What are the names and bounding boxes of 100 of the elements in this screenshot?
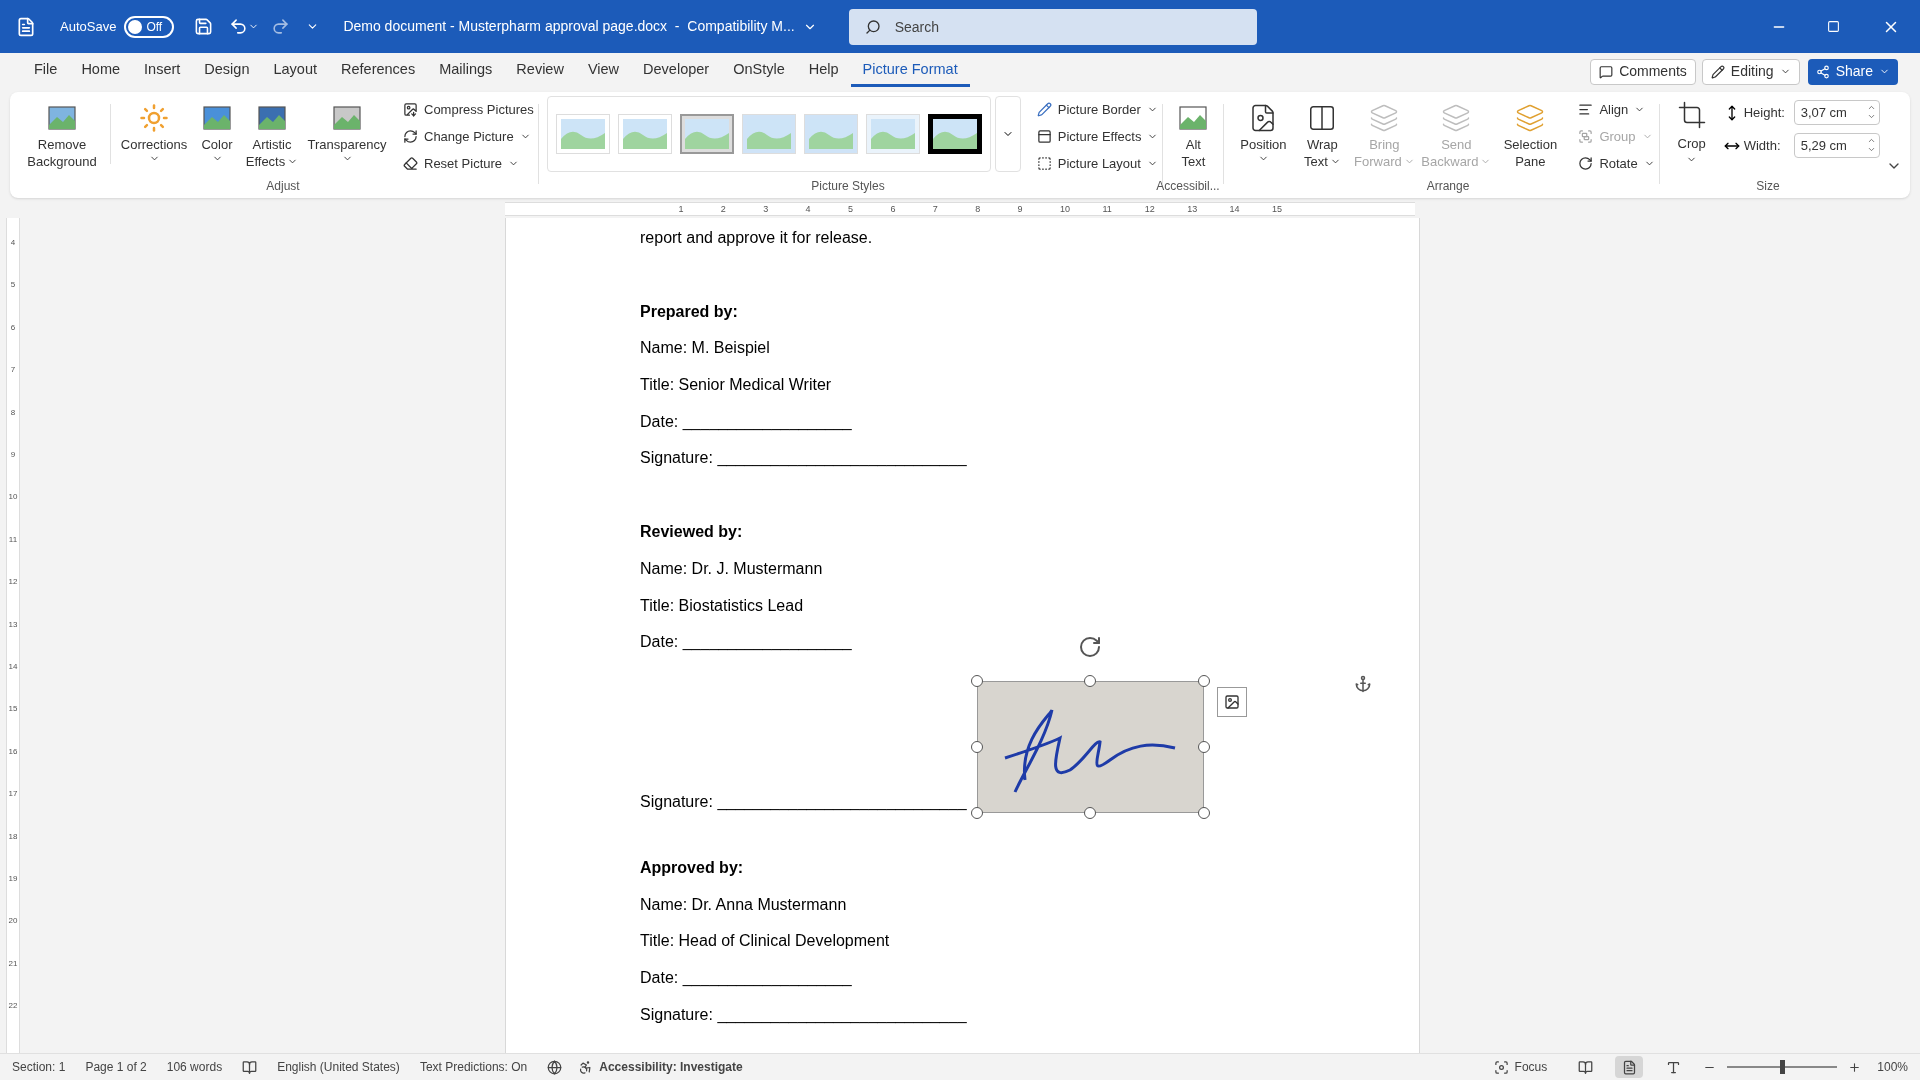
spin-field[interactable]: 5,29 cm [1793,133,1880,158]
save-icon[interactable] [194,17,214,36]
ruler-number: 10 [7,492,19,503]
ruler-number: 14 [1229,203,1240,215]
ruler-number: 7 [932,203,938,215]
resize-handle[interactable] [970,740,983,753]
picture-icon [332,103,362,133]
rotate-handle-icon[interactable] [1077,634,1102,659]
paragraph: Name: Dr. J. Mustermann [640,558,823,579]
menu-tab[interactable]: Picture Format [850,56,970,87]
spin-field[interactable]: 3,07 cm [1793,100,1880,125]
menu-tab[interactable]: Home [69,56,133,87]
reset-picture-icon [403,156,418,171]
menu-tab[interactable]: File [22,56,70,87]
ribbon-button[interactable]: Rotate [1574,150,1659,177]
ribbon-button[interactable]: Change Picture [399,123,538,150]
ruler-number: 3 [763,203,769,215]
layout-options-button[interactable] [1216,686,1247,717]
resize-handle[interactable] [1084,674,1097,687]
picture-icon [47,103,77,133]
paragraph: report and approve it for release. [640,228,873,248]
menu-tab[interactable]: Mailings [427,56,505,87]
editing-button[interactable]: Editing [1701,58,1800,85]
picture-icon [1178,103,1209,133]
rotate-icon [1578,156,1594,171]
ribbon-button[interactable]: Selection Pane [1494,96,1567,174]
ribbon-button[interactable]: Alt Text [1171,96,1216,174]
web-layout-icon [1665,1059,1681,1075]
ribbon-button[interactable]: Align [1574,96,1659,123]
comments-button[interactable]: Comments [1590,58,1696,85]
menu-tab[interactable]: View [575,56,632,87]
picture-style-thumbnail[interactable] [679,114,734,154]
section-heading: Prepared by: [640,301,738,322]
menu-tab[interactable]: Layout [261,56,329,87]
group-label: Arrange [1425,178,1471,195]
predictions-status[interactable]: Text Predictions: On [419,1058,528,1076]
pencil-icon [1036,102,1052,117]
ribbon-button[interactable]: Wrap Text [1294,96,1351,174]
language-status[interactable]: English (United States) [277,1058,400,1076]
ruler-number: 4 [9,238,17,248]
crop-button[interactable]: Crop [1671,96,1712,165]
focus-icon[interactable] [1493,1059,1509,1075]
ribbon-button[interactable]: Picture Layout [1032,150,1163,177]
ribbon-button[interactable]: Remove Background [18,96,106,174]
field-label: Height: [1743,103,1786,122]
status-text[interactable]: Page 1 of 2 [85,1058,147,1076]
spinner-icon[interactable] [1866,136,1876,154]
proofing-icon[interactable] [242,1059,258,1075]
accessibility-status[interactable]: Accessibility: Investigate [599,1058,743,1076]
ribbon-button[interactable]: Position [1232,96,1295,174]
print-layout-icon [1621,1059,1637,1075]
search-field[interactable]: Search [848,8,1257,45]
paragraph: Title: Biostatistics Lead [640,595,804,616]
autosave-toggle[interactable]: Off [124,15,175,38]
focus-button[interactable]: Focus [1514,1058,1548,1076]
ruler-number: 4 [805,203,811,215]
ruler-number: 2 [720,203,726,215]
ruler-number: 15 [7,704,19,715]
zoom-in-icon[interactable] [1848,1060,1862,1074]
menu-tab[interactable]: Developer [631,56,722,87]
anchor-icon [1353,674,1372,693]
paragraph: Signature: ____________________________ [640,448,967,469]
ribbon-button[interactable]: Reset Picture [399,150,538,177]
undo-icon[interactable] [229,17,249,36]
ribbon-button[interactable]: Transparency [303,96,391,174]
share-button[interactable]: Share [1807,58,1898,85]
view-button[interactable] [1615,1056,1644,1078]
ribbon-button[interactable]: Color [193,96,241,174]
status-text[interactable]: 106 words [166,1058,223,1076]
ruler-number: 13 [1187,203,1198,215]
ribbon-button[interactable]: Artistic Effects [241,96,303,174]
ribbon-button[interactable]: Picture Border [1032,96,1163,123]
app-icon[interactable] [16,16,36,37]
resize-handle[interactable] [1197,674,1210,687]
ribbon-button[interactable]: Picture Effects [1032,123,1163,150]
menu-tab[interactable]: Help [796,56,851,87]
signature-picture[interactable] [976,680,1204,813]
menu-tab[interactable]: Insert [132,56,193,87]
effects-icon [1036,129,1052,144]
resize-handle[interactable] [970,806,983,819]
ribbon-button[interactable]: Corrections [115,96,193,174]
status-text[interactable]: Section: 1 [12,1058,66,1076]
restore-icon[interactable] [1827,20,1840,33]
ruler-number: 5 [848,203,853,215]
menu-tab[interactable]: References [329,56,428,87]
menu-tab[interactable]: Review [504,56,576,87]
ruler-number: 16 [7,746,19,757]
section-heading: Reviewed by: [640,522,743,543]
ruler-number: 6 [9,322,17,333]
ribbon-button[interactable]: Compress Pictures [399,96,538,123]
menu-tab[interactable]: Design [192,56,262,87]
document-title[interactable]: Demo document - Musterpharm approval page.docx - Compatibility M... [343,16,817,37]
group-label: Adjust [265,178,301,195]
menu-tab[interactable]: OnStyle [721,56,797,87]
zoom-thumb[interactable] [1780,1060,1786,1074]
zoom-level[interactable]: 100% [1877,1058,1908,1076]
spinner-icon[interactable] [1866,103,1876,121]
picture-style-thumbnail[interactable] [927,114,982,154]
group-label: Size [1755,178,1781,195]
resize-handle[interactable] [970,674,983,687]
